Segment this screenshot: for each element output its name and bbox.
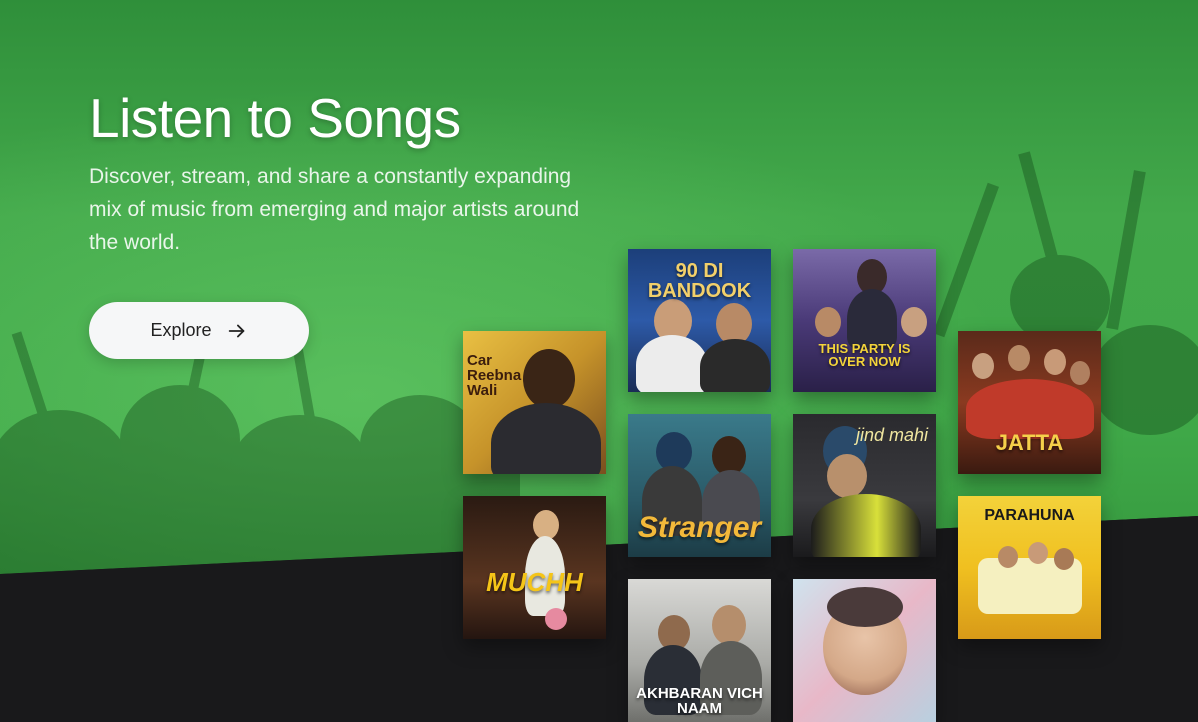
page-title: Listen to Songs bbox=[89, 87, 461, 149]
album-label: THIS PARTY IS OVER NOW bbox=[818, 341, 911, 369]
album-label: 90 DI BANDOOK bbox=[647, 260, 752, 302]
album-this-party-is-over-now[interactable]: THIS PARTY IS OVER NOW bbox=[793, 249, 936, 392]
album-label: PARAHUNA bbox=[984, 507, 1075, 524]
hero-subtitle: Discover, stream, and share a constantly… bbox=[89, 165, 580, 254]
explore-label: Explore bbox=[150, 320, 212, 340]
album-90-di-bandook[interactable]: 90 DI BANDOOK bbox=[628, 249, 771, 392]
album-akhbaran-vich-naam[interactable]: AKHBARAN VICH NAAM bbox=[628, 579, 771, 722]
album-jatt-jaata[interactable]: JATTA bbox=[958, 331, 1101, 474]
album-car-reebna-wali[interactable]: Car Reebna Wali bbox=[463, 331, 606, 474]
album-muchh[interactable]: MUCHH bbox=[463, 496, 606, 639]
album-label: JATTA bbox=[995, 430, 1064, 455]
album-jind-mahi[interactable]: jind mahi bbox=[793, 414, 936, 557]
album-portrait[interactable] bbox=[793, 579, 936, 722]
album-label: Car Reebna Wali bbox=[467, 352, 522, 399]
album-label: Stranger bbox=[637, 511, 762, 544]
album-label: jind mahi bbox=[855, 425, 928, 445]
album-label: MUCHH bbox=[486, 567, 583, 597]
arrow-right-icon bbox=[228, 324, 244, 337]
explore-button[interactable]: Explore bbox=[89, 302, 309, 359]
album-parahuna[interactable]: PARAHUNA bbox=[958, 496, 1101, 639]
album-label: AKHBARAN VICH NAAM bbox=[636, 685, 763, 717]
album-stranger[interactable]: Stranger bbox=[628, 414, 771, 557]
